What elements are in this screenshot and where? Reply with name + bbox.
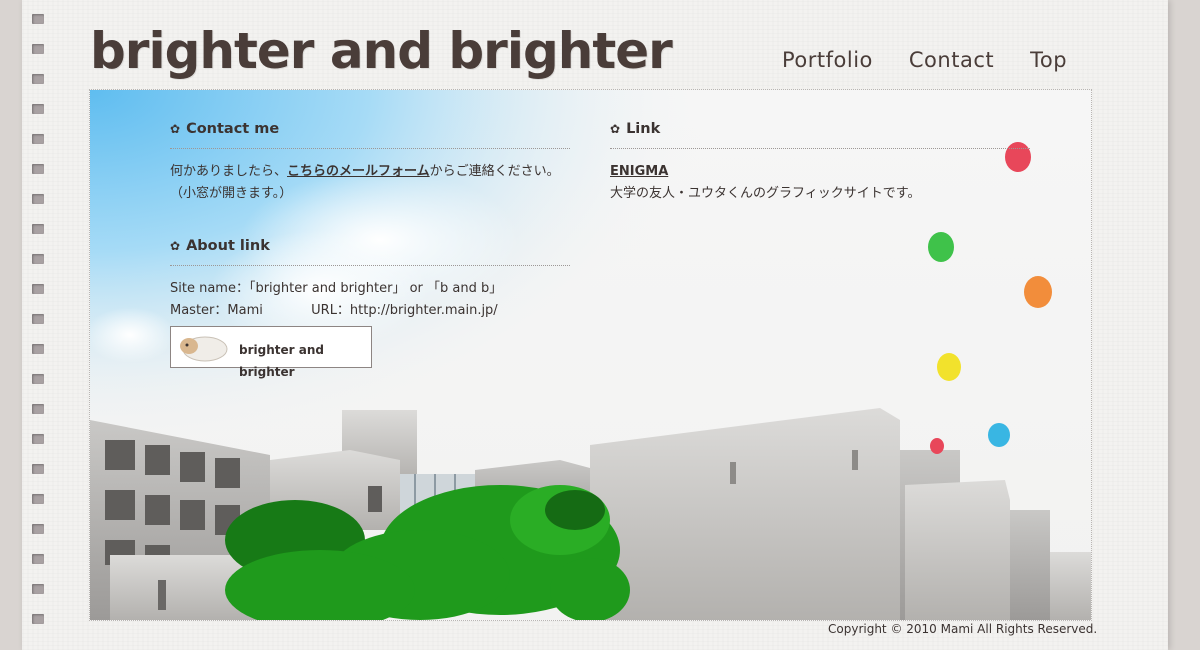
contact-title-text: Contact me — [186, 121, 280, 137]
banner-text: brighter and brighter — [239, 343, 324, 379]
site-name-line: Site name：「brighter and brighter」 or 「b … — [170, 281, 503, 296]
contact-note: （小窓が開きます。） — [170, 186, 293, 201]
mail-form-link[interactable]: こちらのメールフォーム — [287, 164, 430, 179]
enigma-link[interactable]: ENIGMA — [610, 164, 668, 179]
link-banner[interactable]: brighter and brighter — [170, 326, 372, 379]
enigma-description: 大学の友人・ユウタくんのグラフィックサイトです。 — [610, 186, 921, 201]
copyright: Copyright © 2010 Mami All Rights Reserve… — [828, 622, 1098, 636]
nav-contact[interactable]: Contact — [909, 48, 994, 72]
trees — [225, 485, 630, 620]
nav-portfolio[interactable]: Portfolio — [782, 48, 873, 72]
about-section-title: ✿ About link — [170, 235, 570, 266]
left-column: ✿ Contact me 何かありましたら、こちらのメールフォームからご連絡くだ… — [170, 118, 570, 379]
flower-icon: ✿ — [610, 122, 621, 136]
nav-top[interactable]: Top — [1030, 48, 1067, 72]
main-nav: Portfolio Contact Top — [782, 48, 1067, 72]
contact-section-title: ✿ Contact me — [170, 118, 570, 149]
url-text: URL：http://brighter.main.jp/ — [311, 303, 498, 318]
flower-icon: ✿ — [170, 239, 181, 253]
master-url-line: Master：Mami URL：http://brighter.main.jp/ — [170, 300, 570, 322]
contact-text-after: からご連絡ください。 — [429, 164, 560, 179]
right-building — [590, 408, 1091, 620]
about-title-text: About link — [186, 238, 270, 254]
link-section-title: ✿ Link — [610, 118, 1030, 149]
contact-text: 何かありましたら、こちらのメールフォームからご連絡ください。 （小窓が開きます。… — [170, 161, 570, 205]
illustration-panel: ✿ Contact me 何かありましたら、こちらのメールフォームからご連絡くだ… — [89, 89, 1092, 621]
site-logo[interactable]: brighter and brighter — [90, 22, 673, 80]
contact-text-before: 何かありましたら、 — [170, 164, 288, 179]
about-text: Site name：「brighter and brighter」 or 「b … — [170, 278, 570, 379]
link-list: ENIGMA 大学の友人・ユウタくんのグラフィックサイトです。 — [610, 161, 1030, 205]
sheep-icon — [180, 336, 228, 362]
right-column: ✿ Link ENIGMA 大学の友人・ユウタくんのグラフィックサイトです。 — [610, 118, 1030, 205]
master-text: Master：Mami — [170, 303, 263, 318]
binder-holes — [32, 14, 46, 644]
link-title-text: Link — [626, 121, 661, 137]
flower-icon: ✿ — [170, 122, 181, 136]
